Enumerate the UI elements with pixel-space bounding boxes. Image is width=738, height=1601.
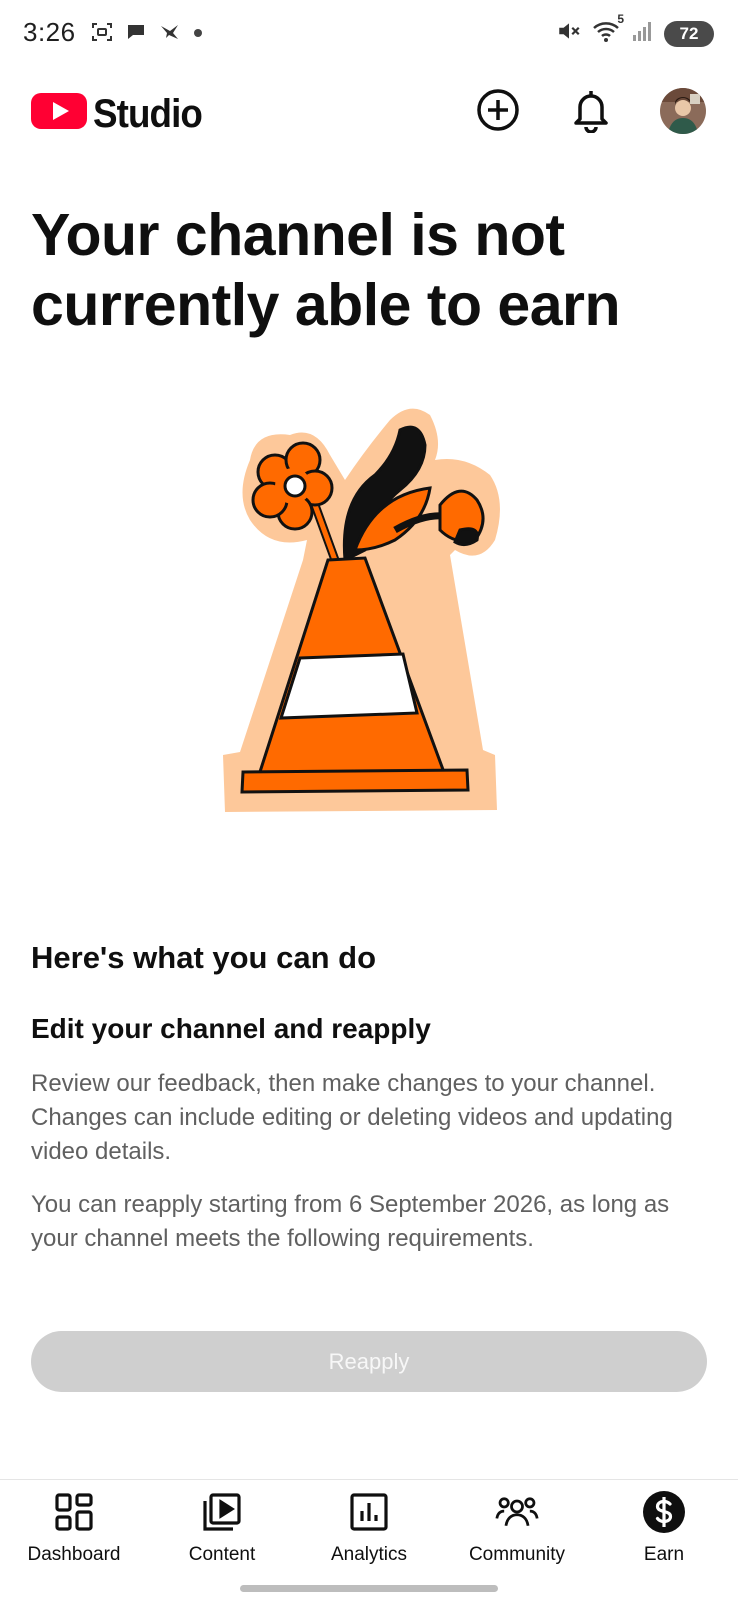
battery-icon: 72	[664, 20, 714, 47]
analytics-icon	[347, 1490, 391, 1534]
nav-label-analytics: Analytics	[330, 1544, 408, 1565]
gesture-bar	[240, 1585, 498, 1592]
signal-icon	[632, 19, 654, 48]
content-icon	[200, 1490, 244, 1534]
reapply-date-paragraph: You can reapply starting from 6 Septembe…	[31, 1191, 670, 1252]
section-heading: Here's what you can do	[31, 940, 377, 975]
network-type-label: 5	[617, 12, 624, 26]
community-icon	[495, 1490, 539, 1534]
bell-icon	[569, 87, 613, 138]
avatar[interactable]	[660, 88, 706, 134]
earn-icon	[642, 1490, 686, 1534]
chat-bubble-icon	[124, 20, 148, 49]
nav-label-content: Content	[188, 1544, 256, 1565]
create-button[interactable]	[474, 88, 522, 136]
wifi-icon: 5	[592, 12, 624, 49]
notifications-button[interactable]	[567, 88, 615, 136]
traffic-cone-illustration	[215, 400, 525, 830]
youtube-studio-logo[interactable]: Studio	[31, 91, 211, 136]
nav-label-earn: Earn	[643, 1544, 685, 1565]
nav-item-community[interactable]: Community	[443, 1490, 591, 1566]
screenshot-icon	[90, 20, 114, 49]
sub-heading: Edit your channel and reapply	[31, 1013, 431, 1044]
nav-item-content[interactable]: Content	[148, 1490, 296, 1566]
dashboard-icon	[52, 1490, 96, 1534]
status-bar: 3:26 5 72	[0, 0, 738, 70]
hummingbird-icon	[158, 20, 182, 49]
nav-item-earn[interactable]: Earn	[590, 1490, 738, 1566]
create-icon	[475, 87, 521, 138]
app-name: Studio	[93, 91, 203, 136]
notification-dot-icon	[192, 26, 204, 44]
nav-item-analytics[interactable]: Analytics	[295, 1490, 443, 1566]
page-title: Your channel is not currently able to ea…	[31, 202, 621, 338]
nav-label-community: Community	[468, 1544, 566, 1565]
feedback-paragraph: Review our feedback, then make changes t…	[31, 1070, 673, 1165]
nav-label-dashboard: Dashboard	[27, 1544, 121, 1565]
app-header: Studio	[0, 80, 738, 146]
youtube-play-logo-icon	[31, 91, 87, 136]
status-time: 3:26	[23, 17, 76, 47]
reapply-button[interactable]: Reapply	[31, 1331, 707, 1392]
mute-icon	[556, 18, 582, 49]
nav-item-dashboard[interactable]: Dashboard	[0, 1490, 148, 1566]
bottom-navigation: Dashboard Content Analytics Community Ea…	[0, 1479, 738, 1601]
